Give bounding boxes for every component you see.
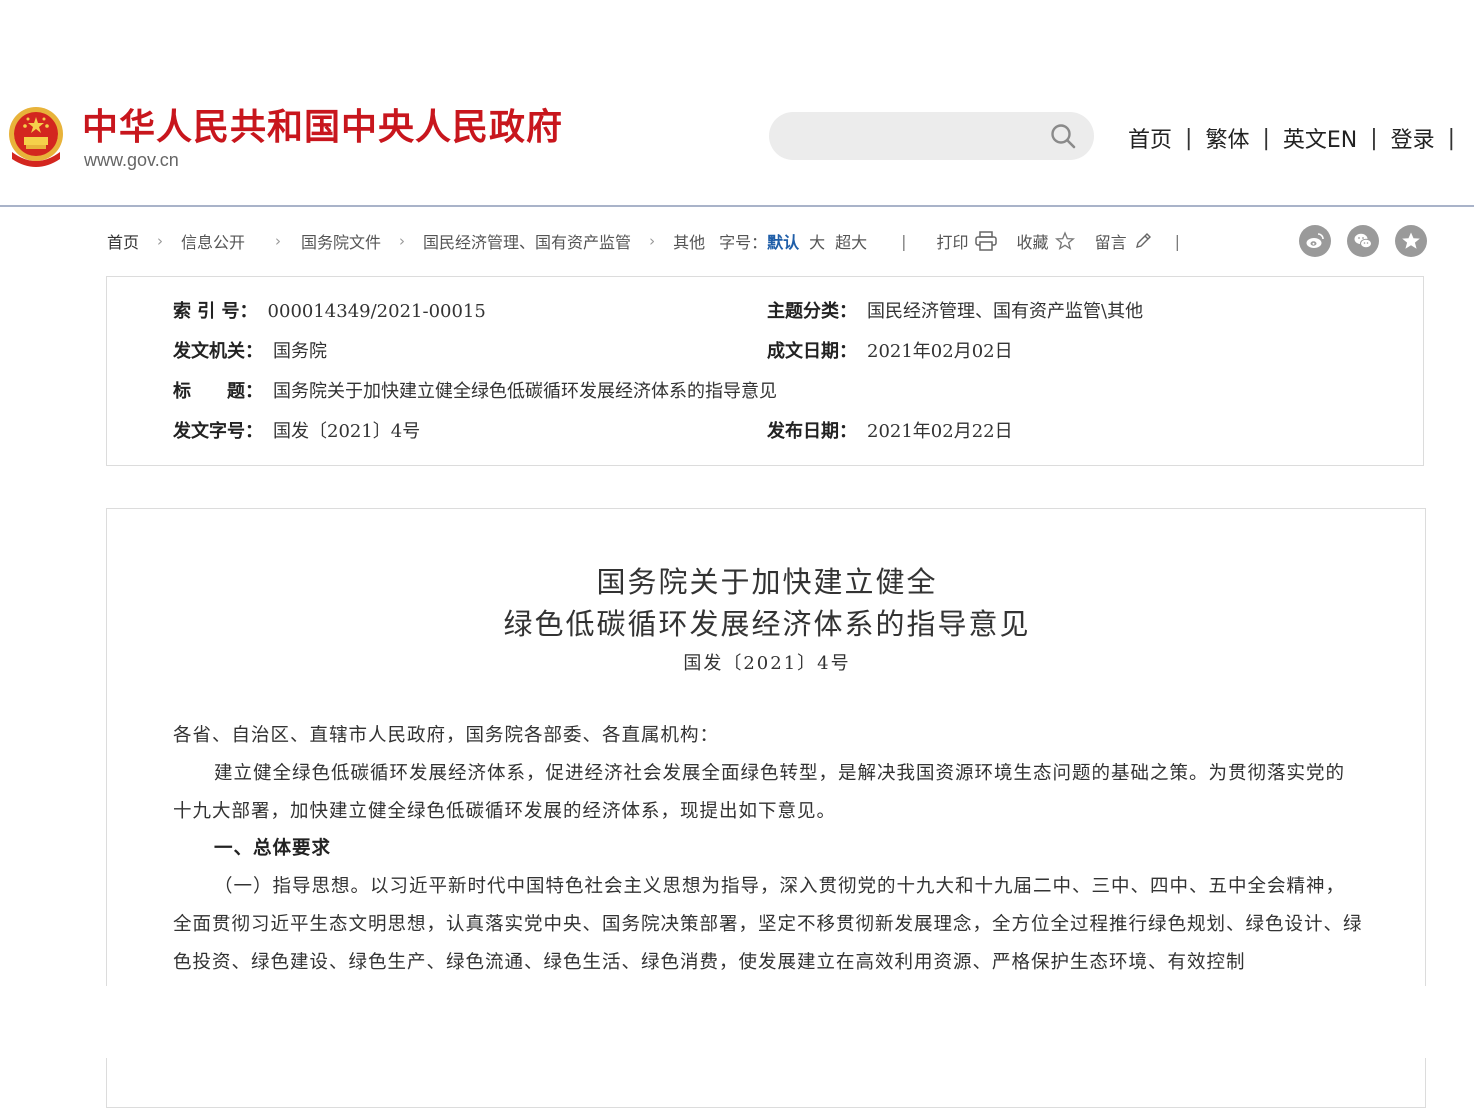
breadcrumb-economy-management[interactable]: 国民经济管理、国有资产监管 [423, 229, 631, 253]
chevron-right-icon: › [275, 232, 282, 250]
title-row: 标 题： 国务院关于加快建立健全绿色低碳循环发展经济体系的指导意见 [173, 380, 777, 404]
breadcrumb-state-council-docs[interactable]: 国务院文件 [301, 229, 381, 253]
document-metadata-box: 索 引 号： 000014349/2021-00015 主题分类： 国民经济管理、国… [106, 276, 1424, 466]
site-name[interactable]: 中华人民共和国中央人民政府 [82, 104, 563, 152]
breadcrumb-other[interactable]: 其他 [673, 229, 705, 253]
page-bottom-whitespace [0, 986, 1474, 1058]
nav-separator: | [1185, 125, 1193, 151]
document-title-line2: 绿色低碳循环发展经济体系的指导意见 [503, 607, 1031, 641]
nav-separator: | [1370, 125, 1378, 151]
index-number-value: 000014349/2021-00015 [267, 301, 486, 322]
favorite-label: 收藏 [1016, 233, 1049, 252]
font-size-default[interactable]: 默认 [767, 229, 799, 253]
toolbar-separator: | [1174, 231, 1180, 251]
search-icon[interactable] [1050, 123, 1076, 149]
written-date-label: 成文日期： [767, 341, 857, 362]
weibo-icon [1306, 233, 1324, 248]
topic-row: 主题分类： 国民经济管理、国有资产监管\其他 [767, 300, 1143, 324]
breadcrumb-info-disclosure[interactable]: 信息公开 [181, 229, 245, 253]
header-divider [0, 205, 1474, 207]
publish-date-value: 2021年02月22日 [867, 421, 1013, 442]
title-label: 标 题： [173, 381, 263, 402]
print-button[interactable]: 打印 [937, 229, 997, 253]
doc-number-label: 发文字号： [173, 421, 263, 442]
document-number: 国发〔2021〕4号 [683, 653, 851, 674]
favorite-button[interactable]: 收藏 [1017, 229, 1075, 253]
comment-label: 留言 [1094, 233, 1127, 252]
written-date-row: 成文日期： 2021年02月02日 [767, 340, 1013, 364]
doc-number-value: 国发〔2021〕4号 [273, 421, 421, 442]
section-heading: 一、总体要求 [214, 838, 332, 859]
guiding-ideology-paragraph: （一）指导思想。以习近平新时代中国特色社会主义思想为指导，深入贯彻党的十九大和十… [173, 876, 1363, 973]
intro-paragraph: 建立健全绿色低碳循环发展经济体系，促进经济社会发展全面绿色转型，是解决我国资源环… [173, 763, 1346, 822]
nav-traditional[interactable]: 繁体 [1205, 122, 1249, 154]
document-title-line1: 国务院关于加快建立健全 [596, 565, 938, 599]
pencil-icon [1135, 233, 1151, 248]
nav-home[interactable]: 首页 [1128, 122, 1172, 154]
font-size-label: 字号： [719, 233, 768, 252]
weibo-share-button[interactable] [1299, 225, 1331, 257]
chevron-right-icon: › [649, 232, 656, 250]
print-label: 打印 [936, 233, 969, 252]
issuer-row: 发文机关： 国务院 [173, 340, 327, 364]
star-outline-icon [1054, 231, 1075, 251]
search-box[interactable] [769, 112, 1094, 160]
doc-number-row: 发文字号： 国发〔2021〕4号 [173, 420, 420, 444]
written-date-value: 2021年02月02日 [867, 341, 1013, 362]
chevron-right-icon: › [399, 232, 406, 250]
salutation: 各省、自治区、直辖市人民政府，国务院各部委、各直属机构： [173, 725, 720, 746]
toolbar-separator: | [901, 231, 907, 251]
printer-icon [974, 231, 997, 251]
chevron-right-icon: › [157, 232, 164, 250]
breadcrumb: 首页 › 信息公开 › 国务院文件 › 国民经济管理、国有资产监管 › 其他 字… [107, 227, 1437, 255]
nav-separator: | [1262, 125, 1270, 151]
nav-login[interactable]: 登录 [1391, 122, 1435, 154]
index-number-label: 索 引 号： [173, 301, 258, 322]
topic-value: 国民经济管理、国有资产监管\其他 [867, 301, 1144, 322]
publish-date-label: 发布日期： [767, 421, 857, 442]
wechat-icon [1354, 233, 1372, 249]
search-input[interactable] [791, 122, 1045, 152]
nav-english[interactable]: 英文EN [1283, 122, 1357, 154]
national-emblem-logo[interactable] [4, 104, 68, 172]
nav-separator: | [1447, 125, 1456, 151]
top-nav: 首页 | 繁体 | 英文EN | 登录 | [1128, 122, 1468, 154]
font-size-large[interactable]: 大 [809, 229, 825, 253]
star-icon [1402, 232, 1420, 249]
breadcrumb-home[interactable]: 首页 [107, 229, 139, 253]
issuer-value: 国务院 [273, 341, 327, 362]
publish-date-row: 发布日期： 2021年02月22日 [767, 420, 1013, 444]
qzone-share-button[interactable] [1395, 225, 1427, 257]
issuer-label: 发文机关： [173, 341, 263, 362]
title-value: 国务院关于加快建立健全绿色低碳循环发展经济体系的指导意见 [273, 381, 777, 402]
wechat-share-button[interactable] [1347, 225, 1379, 257]
font-size-xlarge[interactable]: 超大 [835, 229, 867, 253]
site-url[interactable]: www.gov.cn [84, 150, 179, 171]
comment-button[interactable]: 留言 [1095, 229, 1153, 253]
index-number-row: 索 引 号： 000014349/2021-00015 [173, 300, 486, 324]
topic-label: 主题分类： [767, 301, 857, 322]
